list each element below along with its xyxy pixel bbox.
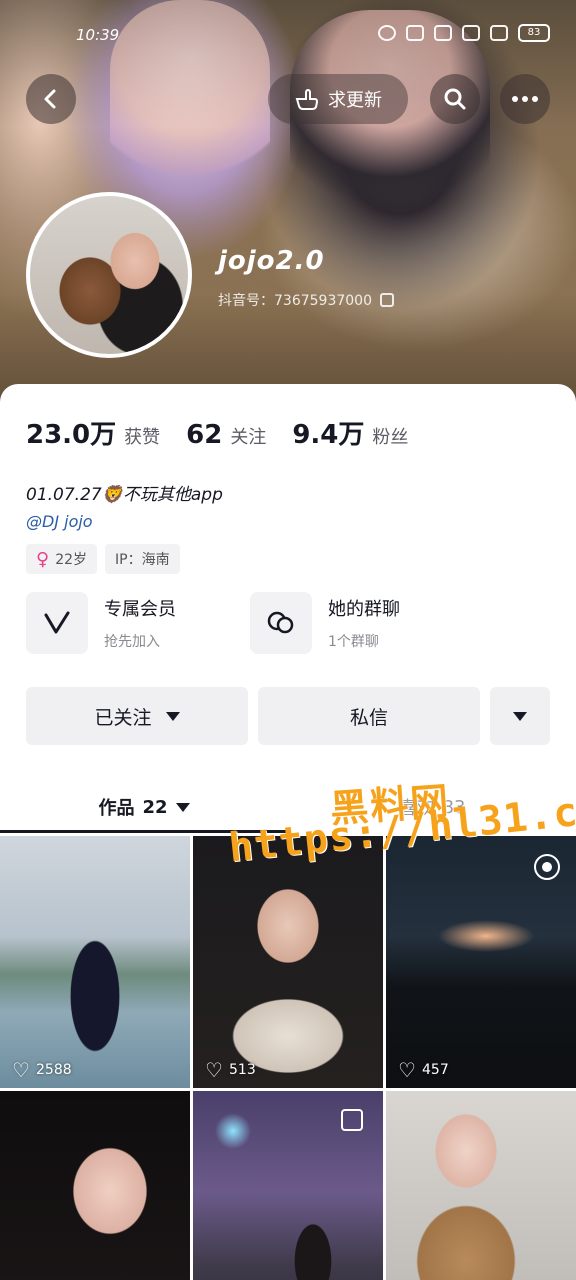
- copy-icon[interactable]: [379, 293, 394, 307]
- status-bar: 10:39 83: [0, 24, 576, 50]
- multi-image-icon: [341, 1109, 363, 1131]
- profile-tags: ♀ 22岁 IP：海南: [26, 544, 180, 574]
- stat-likes[interactable]: 23.0万 获赞: [26, 414, 160, 451]
- video-thumbnail[interactable]: [0, 1091, 190, 1280]
- stat-following[interactable]: 62 关注: [186, 420, 266, 450]
- caret-down-icon: [175, 802, 190, 812]
- followed-label: 已关注: [94, 706, 152, 729]
- video-like-count: 513: [229, 1062, 256, 1078]
- chevron-left-icon: [44, 89, 56, 109]
- bluetooth-icon: [434, 25, 452, 41]
- caret-down-icon: [513, 711, 527, 721]
- wifi-icon: [462, 25, 480, 41]
- douyin-id[interactable]: 抖音号：73675937000: [218, 290, 394, 310]
- ip-tag: IP：海南: [105, 544, 180, 574]
- stats-row: 23.0万 获赞 62 关注 9.4万 粉丝: [26, 414, 408, 451]
- video-thumbnail[interactable]: 2588: [0, 836, 190, 1088]
- member-icon: [26, 592, 88, 654]
- female-icon: ♀: [36, 548, 50, 570]
- caret-down-icon: [165, 711, 180, 721]
- mention-link[interactable]: @DJ jojo: [26, 512, 93, 531]
- stat-followers-label: 粉丝: [372, 427, 409, 448]
- video-grid: 2588 513 457: [0, 836, 576, 1280]
- douyin-id-text: 抖音号：73675937000: [218, 293, 372, 309]
- group-chat-subtitle: 1个群聊: [328, 634, 379, 650]
- group-chat-icon: [250, 592, 312, 654]
- heart-icon: [205, 1058, 223, 1082]
- live-photo-icon: [534, 854, 560, 880]
- profile-name: jojo2.0: [218, 246, 325, 276]
- heart-icon: [398, 1058, 416, 1082]
- tab-works-label: 作品: [98, 798, 135, 819]
- status-time: 10:39: [76, 26, 120, 44]
- member-subtitle: 抢先加入: [104, 634, 160, 650]
- stat-likes-value: 23.0万: [26, 420, 117, 450]
- stat-likes-label: 获赞: [124, 427, 161, 448]
- followed-button[interactable]: 已关注: [26, 687, 248, 745]
- heart-icon: [12, 1058, 30, 1082]
- stat-following-value: 62: [186, 420, 223, 450]
- battery-icon: 83: [518, 24, 550, 42]
- more-dots-icon: [512, 96, 538, 102]
- stat-following-label: 关注: [230, 427, 267, 448]
- avatar[interactable]: [26, 192, 192, 358]
- more-button[interactable]: [500, 74, 550, 124]
- tab-works-count: 22: [142, 796, 168, 818]
- video-thumbnail[interactable]: [193, 1091, 383, 1280]
- group-chat-title: 她的群聊: [328, 599, 400, 620]
- action-row: 已关注 私信: [26, 687, 550, 745]
- group-chat-feature[interactable]: 她的群聊 1个群聊: [250, 592, 400, 654]
- member-feature[interactable]: 专属会员 抢先加入: [26, 592, 176, 654]
- ip-text: IP：海南: [115, 552, 170, 568]
- vibrate-icon: [406, 25, 424, 41]
- age-text: 22岁: [55, 552, 88, 568]
- message-button[interactable]: 私信: [258, 687, 480, 745]
- request-update-label: 求更新: [328, 90, 382, 111]
- video-thumbnail[interactable]: [386, 1091, 576, 1280]
- feature-row: 专属会员 抢先加入 她的群聊 1个群聊: [26, 592, 550, 654]
- video-like-count: 457: [422, 1062, 449, 1078]
- video-thumbnail[interactable]: 513: [193, 836, 383, 1088]
- request-update-button[interactable]: 求更新: [268, 74, 408, 124]
- search-icon: [444, 88, 466, 110]
- video-like-count: 2588: [36, 1062, 72, 1078]
- video-thumbnail[interactable]: 457: [386, 836, 576, 1088]
- stat-followers-value: 9.4万: [292, 420, 365, 450]
- eye-icon: [378, 25, 396, 41]
- message-label: 私信: [349, 706, 388, 729]
- stat-followers[interactable]: 9.4万 粉丝: [292, 414, 408, 451]
- back-button[interactable]: [26, 74, 76, 124]
- search-button[interactable]: [430, 74, 480, 124]
- bio-text: 01.07.27🦁不玩其他app: [26, 485, 223, 505]
- pointing-hand-icon: [295, 88, 319, 110]
- member-title: 专属会员: [104, 599, 176, 620]
- more-actions-button[interactable]: [490, 687, 550, 745]
- alert-icon: [490, 25, 508, 41]
- age-tag: ♀ 22岁: [26, 544, 98, 574]
